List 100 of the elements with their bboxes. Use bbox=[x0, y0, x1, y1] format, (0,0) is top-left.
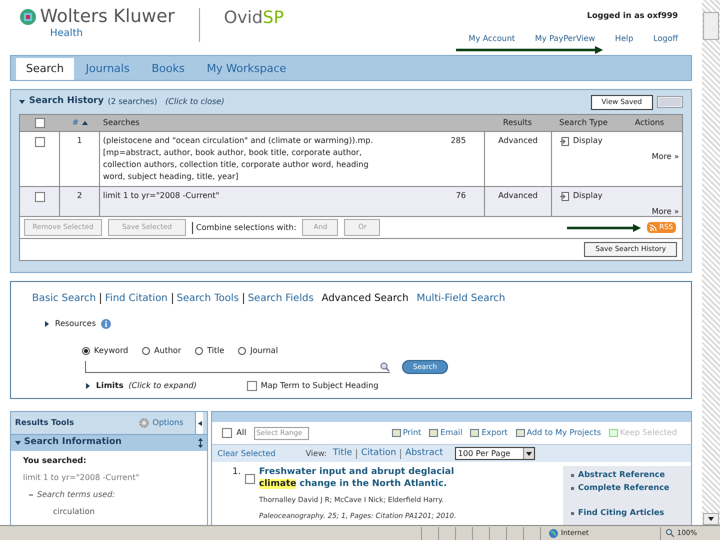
toolbar-button[interactable]: Email bbox=[429, 427, 462, 439]
header-link[interactable]: My PayPerView bbox=[535, 33, 596, 45]
checkbox[interactable] bbox=[245, 474, 255, 484]
info-icon[interactable] bbox=[100, 319, 111, 329]
toolbar-button[interactable]: Add to My Projects bbox=[516, 427, 601, 439]
combine-label: Combine selections with: bbox=[192, 222, 296, 234]
checkbox[interactable] bbox=[222, 428, 232, 438]
brand-name: Wolters Kluwer bbox=[40, 8, 175, 26]
query-text: limit 1 to yr="2008 -Current" bbox=[23, 472, 140, 484]
search-icon[interactable] bbox=[380, 362, 390, 372]
view-option[interactable]: Abstract bbox=[405, 446, 443, 460]
you-searched-label: You searched: bbox=[23, 455, 88, 467]
resources-toggle[interactable]: Resources bbox=[55, 318, 96, 330]
nav-tab[interactable]: Books bbox=[142, 58, 195, 80]
resize-icon[interactable] bbox=[198, 438, 204, 448]
hint-text: (Click to close) bbox=[165, 96, 224, 108]
scrollbar[interactable] bbox=[702, 0, 720, 525]
panel-title[interactable]: Search History bbox=[29, 95, 104, 109]
field-radio[interactable]: Keyword bbox=[82, 345, 128, 357]
terms-label: Search terms used: bbox=[37, 489, 115, 501]
column-header: Searches bbox=[102, 117, 141, 129]
globe-icon bbox=[549, 528, 558, 538]
limits-toggle[interactable]: Limits bbox=[96, 380, 124, 392]
options-button[interactable]: Options bbox=[152, 417, 184, 429]
per-page-select[interactable]: 100 Per Page bbox=[454, 447, 535, 460]
column-header: Actions bbox=[634, 117, 666, 129]
collapse-icon bbox=[19, 99, 25, 105]
checkbox[interactable] bbox=[246, 381, 257, 391]
view-option[interactable]: Title bbox=[332, 446, 352, 460]
search-term: circulation bbox=[53, 506, 96, 518]
search-mode-tab[interactable]: Find Citation bbox=[105, 291, 168, 306]
product-name: OvidSP bbox=[224, 10, 284, 27]
login-status: Logged in as oxf999 bbox=[587, 10, 678, 22]
clear-selected-link[interactable]: Clear Selected bbox=[217, 448, 276, 460]
panel-title: Results Tools bbox=[15, 417, 74, 429]
header-link[interactable]: Logoff bbox=[653, 33, 678, 45]
search-count: (2 searches) bbox=[108, 96, 158, 108]
dropdown-icon[interactable] bbox=[526, 452, 532, 456]
more-link[interactable]: More » bbox=[652, 151, 679, 163]
result-title[interactable]: Freshwater input and abrupt deglacial climate change in the North Atlantic. bbox=[259, 466, 489, 490]
search-mode-tab[interactable]: Search Tools bbox=[176, 291, 239, 306]
field-radio[interactable]: Title bbox=[195, 345, 224, 357]
rss-icon bbox=[650, 224, 658, 231]
sort-icon bbox=[82, 120, 88, 126]
reference-link[interactable]: Abstract Reference bbox=[578, 469, 665, 481]
column-header[interactable]: # bbox=[72, 117, 79, 129]
display-link[interactable]: Display bbox=[573, 135, 602, 147]
more-link[interactable]: More » bbox=[652, 206, 679, 218]
logo-icon bbox=[20, 9, 36, 25]
expand-icon bbox=[85, 383, 91, 389]
nav-tab[interactable]: My Workspace bbox=[196, 58, 296, 80]
view-option[interactable]: Citation bbox=[361, 446, 396, 460]
search-mode-tab[interactable]: Advanced Search bbox=[322, 291, 409, 306]
search-type: Advanced bbox=[498, 136, 538, 145]
bullet-icon bbox=[571, 512, 574, 514]
bullet-icon bbox=[571, 486, 574, 490]
checkbox-label: Map Term to Subject Heading bbox=[260, 380, 378, 392]
grid-icon[interactable] bbox=[657, 96, 683, 108]
checkbox[interactable] bbox=[34, 137, 44, 147]
column-header: Results bbox=[502, 117, 533, 129]
search-mode-tab[interactable]: Multi-Field Search bbox=[416, 291, 506, 306]
hint-text: (Click to expand) bbox=[128, 380, 197, 392]
bullet-icon bbox=[571, 474, 574, 476]
reference-link[interactable]: Find Citing Articles bbox=[578, 507, 664, 519]
scroll-down-icon[interactable] bbox=[708, 517, 714, 521]
search-mode-tab[interactable]: Basic Search bbox=[32, 291, 96, 306]
checkbox[interactable] bbox=[35, 118, 45, 128]
checkbox[interactable] bbox=[34, 192, 44, 202]
toolbar-button[interactable]: Print bbox=[392, 427, 422, 439]
result-count: 76 bbox=[456, 191, 466, 200]
header-link[interactable]: My Account bbox=[468, 33, 516, 45]
column-header: Search Type bbox=[558, 117, 609, 129]
row-number: 2 bbox=[76, 191, 82, 200]
division-name: Health bbox=[50, 27, 84, 41]
dash-icon bbox=[29, 494, 33, 496]
reference-link[interactable]: Complete Reference bbox=[578, 482, 670, 494]
collapse-handle[interactable] bbox=[195, 412, 204, 434]
collapse-icon bbox=[15, 440, 21, 446]
header-link[interactable]: Help bbox=[615, 33, 634, 45]
row-number: 1 bbox=[76, 136, 82, 145]
display-icon bbox=[560, 136, 569, 146]
search-query: limit 1 to yr="2008 -Current" bbox=[103, 191, 220, 200]
view-label: View: bbox=[306, 448, 327, 460]
gear-icon[interactable] bbox=[138, 418, 149, 428]
search-field[interactable] bbox=[85, 361, 390, 373]
display-icon bbox=[560, 192, 569, 200]
display-link[interactable]: Display bbox=[573, 190, 602, 202]
result-count: 285 bbox=[450, 136, 466, 145]
search-mode-tab[interactable]: Search Fields bbox=[248, 291, 314, 306]
expand-icon bbox=[44, 321, 50, 327]
nav-tab[interactable]: Search bbox=[16, 58, 74, 80]
zoom-icon[interactable] bbox=[666, 529, 674, 537]
search-query: (pleistocene and "ocean circulation" and (climate or warming)).mp. [mp=abstract, author, book author, book title, corporate author, collection authors, collection title, corporate author word, heading word, subject heading, title, year] bbox=[103, 136, 374, 181]
select-all-label: All bbox=[236, 427, 246, 439]
toolbar-button[interactable]: Export bbox=[470, 427, 508, 439]
search-type: Advanced bbox=[498, 191, 538, 200]
scroll-thumb[interactable] bbox=[703, 12, 719, 40]
field-radio[interactable]: Journal bbox=[238, 345, 278, 357]
field-radio[interactable]: Author bbox=[142, 345, 182, 357]
nav-tab[interactable]: Journals bbox=[76, 58, 140, 80]
